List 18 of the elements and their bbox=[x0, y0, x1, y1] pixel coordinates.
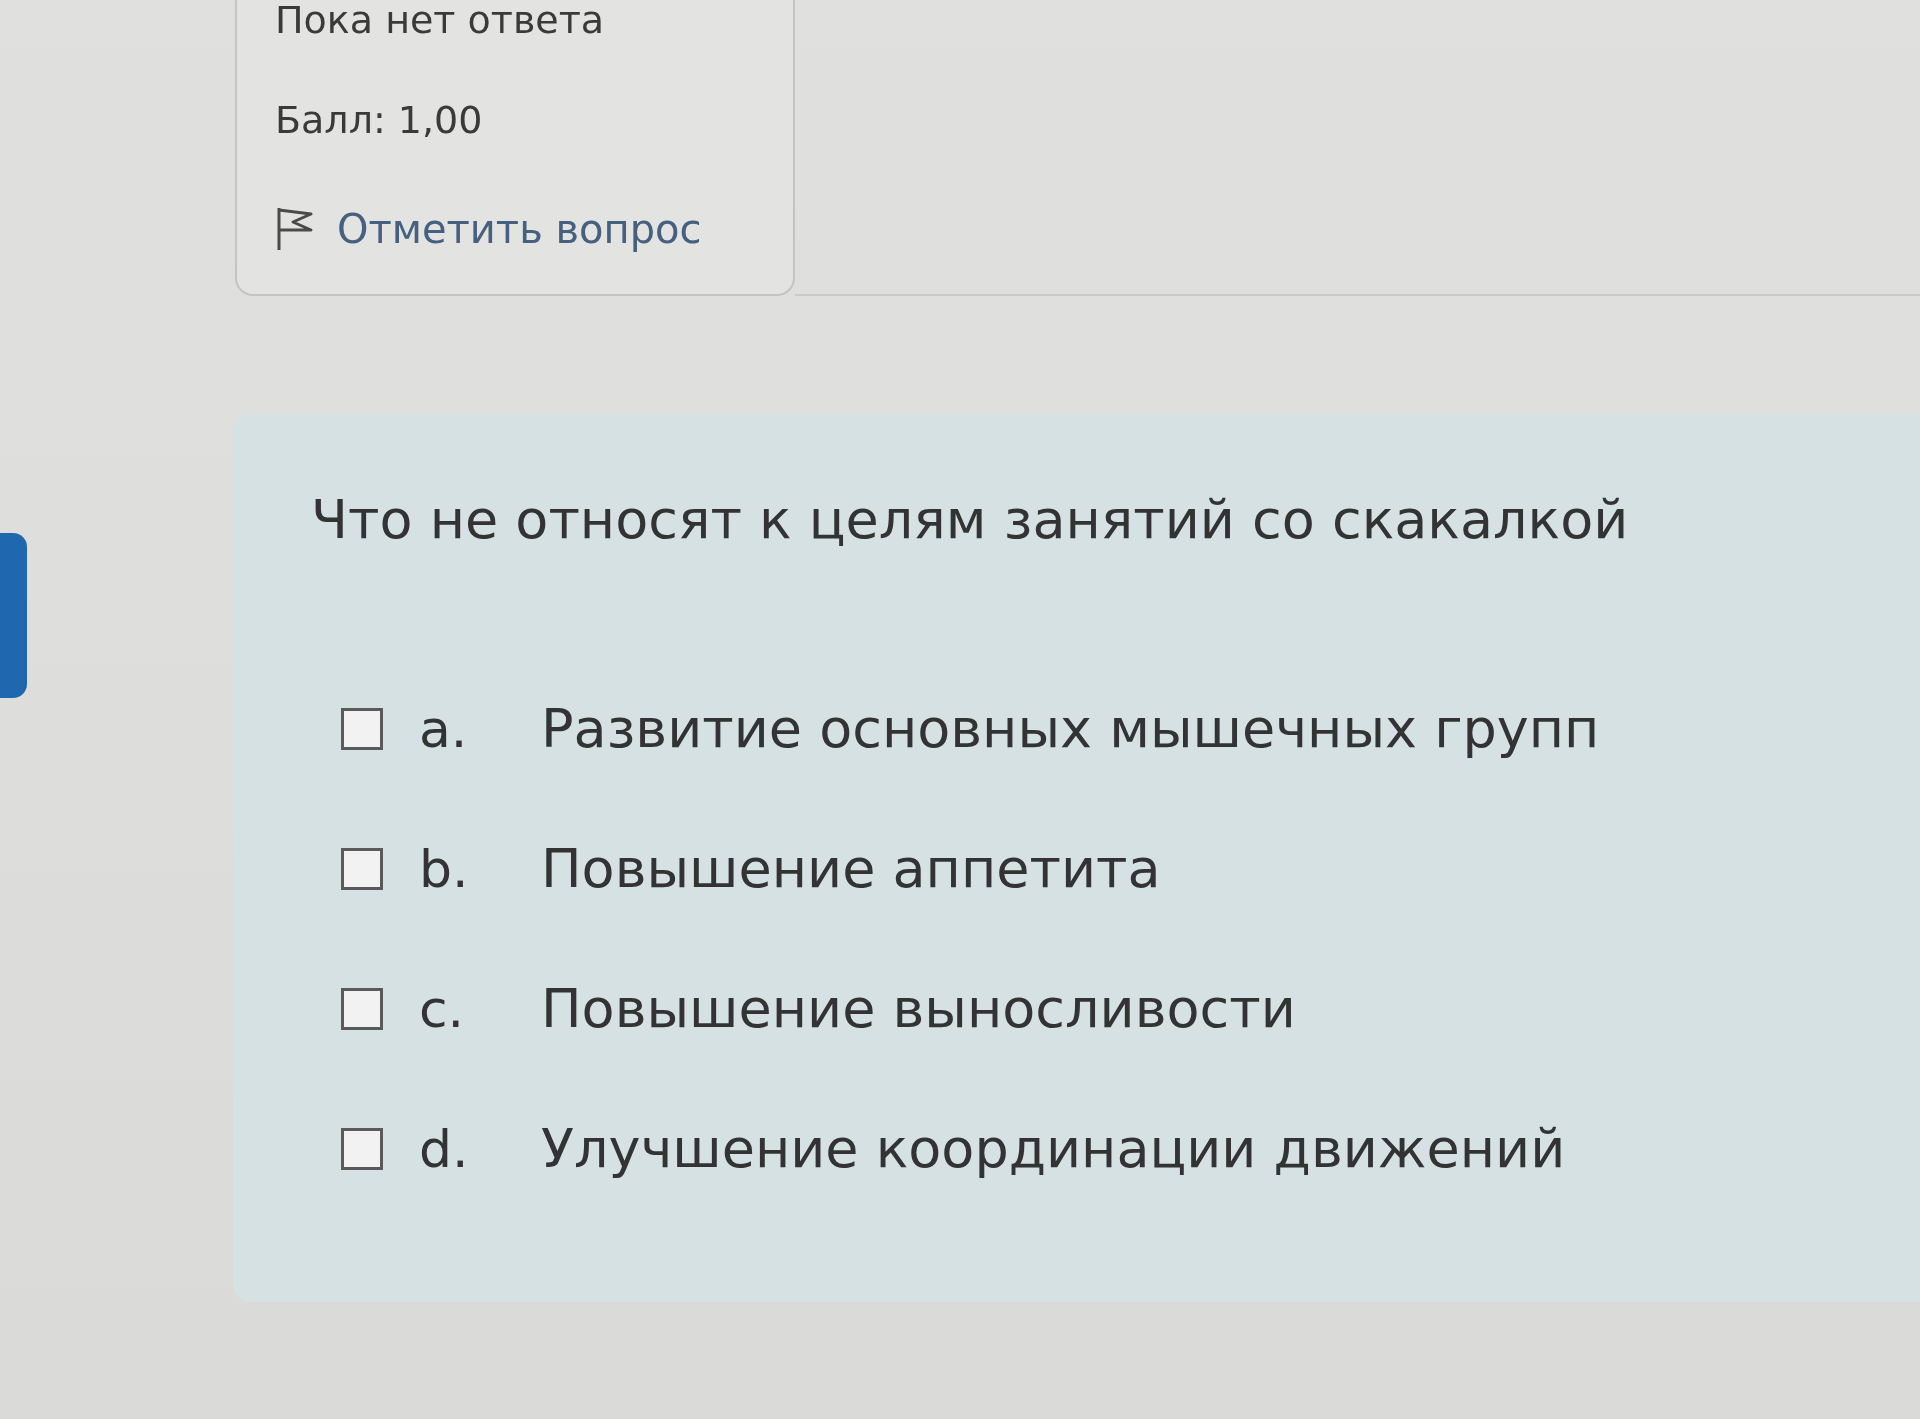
checkbox[interactable] bbox=[341, 1128, 383, 1170]
option-label[interactable]: Улучшение координации движений bbox=[541, 1118, 1566, 1180]
answer-status: Пока нет ответа bbox=[275, 0, 606, 40]
option-letter: a. bbox=[419, 698, 469, 760]
drawer-handle[interactable] bbox=[0, 533, 27, 698]
option-label[interactable]: Повышение аппетита bbox=[541, 838, 1161, 900]
option-label[interactable]: Развитие основных мышечных групп bbox=[541, 698, 1600, 760]
question-text: Что не относят к целям занятий со скакалкой bbox=[311, 488, 1629, 552]
option-letter: d. bbox=[419, 1118, 470, 1180]
checkbox[interactable] bbox=[341, 988, 383, 1030]
grade-text: Балл: 1,00 bbox=[275, 97, 484, 144]
flag-question-link[interactable]: Отметить вопрос bbox=[337, 204, 702, 254]
checkbox[interactable] bbox=[341, 848, 383, 890]
flag-icon[interactable] bbox=[275, 206, 315, 252]
option-letter: c. bbox=[419, 978, 466, 1040]
option-label[interactable]: Повышение выносливости bbox=[541, 978, 1296, 1040]
checkbox[interactable] bbox=[341, 708, 383, 750]
option-letter: b. bbox=[419, 838, 470, 900]
